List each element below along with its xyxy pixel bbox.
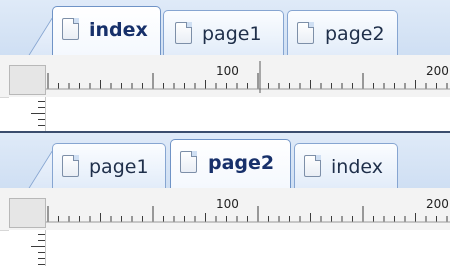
vertical-ruler-tick — [38, 240, 45, 241]
ruler-scale: 100 200 — [46, 197, 450, 223]
tab-index[interactable]: index — [294, 143, 398, 188]
document-icon — [62, 18, 79, 40]
vertical-ruler-tick — [31, 113, 45, 114]
document-icon — [304, 155, 321, 177]
document-icon — [175, 22, 192, 44]
tab-label: page1 — [202, 23, 262, 45]
vertical-ruler-tick — [38, 119, 45, 120]
ruler-corner — [9, 198, 46, 228]
vertical-ruler[interactable] — [9, 97, 46, 133]
vertical-ruler-tick — [31, 246, 45, 247]
tab-label: index — [89, 19, 148, 41]
ruler-scale: 100 200 — [46, 61, 450, 93]
document-icon — [297, 22, 314, 44]
tab-label: page2 — [208, 152, 275, 174]
tab-index[interactable]: index — [52, 6, 161, 56]
document-icon — [180, 151, 197, 173]
tab-page2[interactable]: page2 — [287, 10, 398, 55]
tab-label: page1 — [89, 156, 149, 178]
tab-panel-bottom: page1 page2 index 100 200 — [0, 133, 450, 266]
editor-area[interactable] — [46, 97, 450, 133]
tab-page1[interactable]: page1 — [163, 10, 284, 55]
ruler-corner — [9, 65, 46, 95]
vertical-ruler-tick — [38, 101, 45, 102]
vertical-ruler-tick — [38, 258, 45, 259]
vertical-ruler-tick — [38, 252, 45, 253]
tab-panel-top: index page1 page2 100 200 — [0, 0, 450, 133]
editor-area[interactable] — [46, 230, 450, 266]
ruler-label-200: 200 — [426, 64, 449, 78]
ruler-label-100: 100 — [216, 64, 239, 78]
vertical-ruler-tick — [38, 234, 45, 235]
ruler-label-100: 100 — [216, 197, 239, 211]
vertical-ruler-tick — [38, 107, 45, 108]
tab-page2[interactable]: page2 — [170, 139, 291, 189]
vertical-ruler-tick — [38, 125, 45, 126]
tab-label: page2 — [325, 23, 385, 45]
vertical-ruler-tick — [38, 264, 45, 265]
tab-label: index — [331, 156, 383, 178]
vertical-ruler[interactable] — [9, 230, 46, 266]
ruler-label-200: 200 — [426, 197, 449, 211]
tab-page1[interactable]: page1 — [52, 143, 166, 188]
document-icon — [62, 155, 79, 177]
